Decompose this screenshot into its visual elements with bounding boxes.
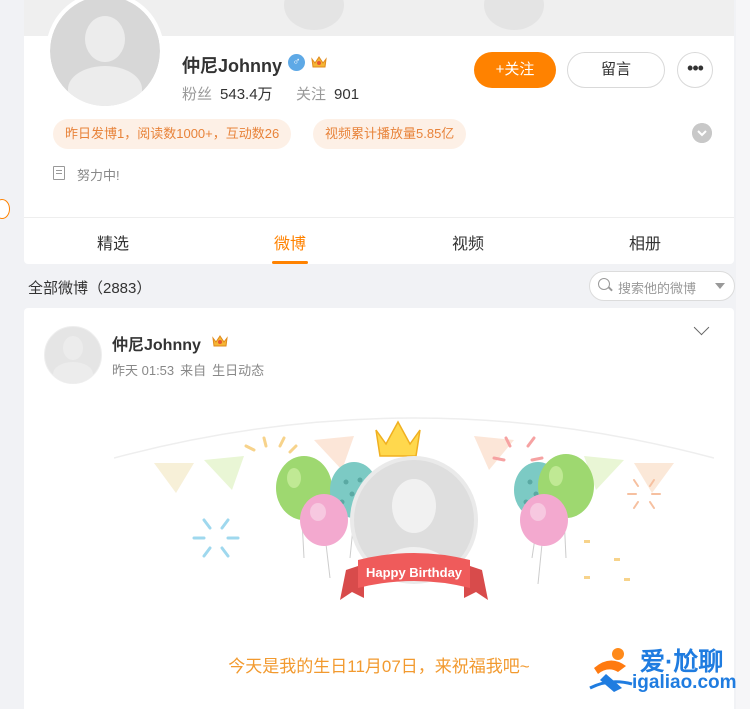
- profile-avatar[interactable]: [46, 0, 164, 110]
- avatar-placeholder-icon: [50, 0, 160, 106]
- divider: [24, 217, 734, 218]
- post-avatar[interactable]: [44, 326, 102, 384]
- vip-crown-icon[interactable]: [310, 54, 328, 70]
- post-time[interactable]: 昨天 01:53: [112, 363, 174, 378]
- following-label: 关注: [296, 86, 327, 103]
- left-edge: [0, 0, 14, 709]
- vip-crown-icon[interactable]: [211, 333, 229, 349]
- right-sidebar-edge: [736, 0, 750, 709]
- avatar-body: [53, 362, 93, 383]
- post-source[interactable]: 生日动态: [212, 363, 264, 378]
- tab-weibo[interactable]: 微博: [230, 230, 350, 254]
- profile-card: 仲尼Johnny ♂ 粉丝 543.4万 关注 901 +关注 留言 ••• 昨日发…: [24, 0, 734, 264]
- fans-label: 粉丝: [182, 86, 213, 103]
- bio-text: 努力中!: [77, 168, 120, 183]
- follow-button[interactable]: +关注: [474, 52, 556, 88]
- watermark-url: igaliao.com: [632, 672, 737, 693]
- search-placeholder: 搜索他的微博: [618, 281, 697, 296]
- avatar-head: [85, 16, 125, 62]
- tab-video[interactable]: 视频: [408, 230, 528, 254]
- following-count[interactable]: 关注 901: [296, 83, 359, 104]
- birthday-card-image[interactable]: Happy Birthday: [114, 408, 714, 623]
- site-watermark: 爱·尬聊 igaliao.com: [588, 640, 748, 700]
- avatar-body: [68, 66, 142, 106]
- video-views-tag[interactable]: 视频累计播放量5.85亿: [313, 119, 467, 149]
- post-meta: 昨天 01:53 来自 生日动态: [112, 360, 270, 379]
- post-author[interactable]: 仲尼Johnny: [112, 331, 201, 355]
- avatar-head: [63, 336, 83, 360]
- male-icon: ♂: [288, 54, 305, 71]
- fans-value: 543.4万: [220, 86, 273, 103]
- search-icon: [598, 278, 610, 290]
- expand-chevron-icon[interactable]: [692, 123, 712, 143]
- message-button[interactable]: 留言: [567, 52, 665, 88]
- following-value: 901: [334, 86, 360, 103]
- chevron-down-icon[interactable]: [715, 283, 725, 289]
- birthday-banner-text: Happy Birthday: [366, 565, 463, 580]
- all-posts-header: 全部微博（2883）: [28, 280, 152, 297]
- tab-featured[interactable]: 精选: [53, 230, 173, 254]
- active-tab-indicator: [272, 261, 308, 264]
- tab-album[interactable]: 相册: [585, 230, 705, 254]
- post-source-prefix: 来自: [180, 363, 207, 378]
- cover-shape: [284, 0, 344, 30]
- stats-tag[interactable]: 昨日发博1，阅读数1000+，互动数26: [53, 119, 292, 149]
- cover-shape: [484, 0, 544, 30]
- profile-name: 仲尼Johnny: [182, 56, 283, 76]
- fans-count[interactable]: 粉丝 543.4万: [182, 83, 273, 104]
- more-options-button[interactable]: •••: [677, 52, 713, 88]
- post-options-chevron-icon[interactable]: [693, 319, 710, 336]
- watermark-logo-icon: [589, 648, 633, 692]
- search-input[interactable]: 搜索他的微博: [589, 271, 735, 301]
- bio-icon: [53, 166, 65, 180]
